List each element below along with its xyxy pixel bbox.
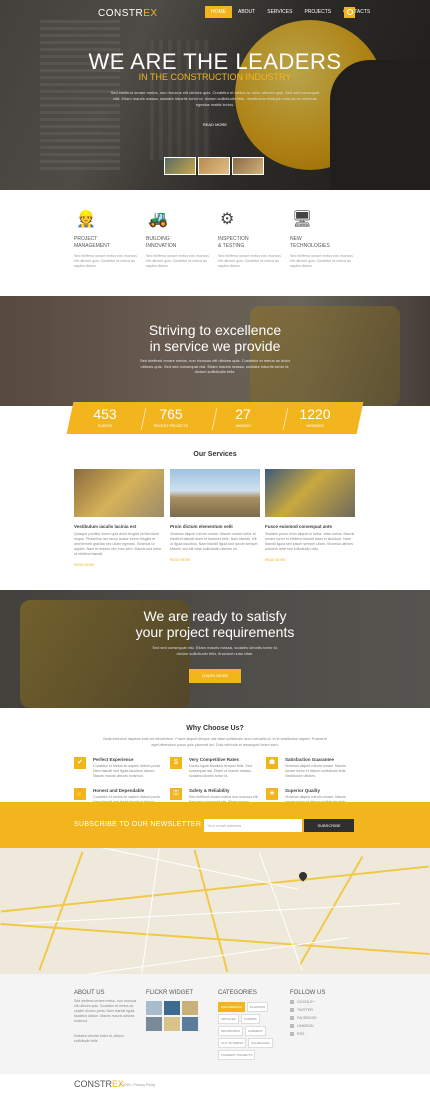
service-image[interactable] bbox=[74, 469, 164, 517]
excavator-icon: 🚜 bbox=[148, 211, 168, 228]
flickr-thumb[interactable] bbox=[182, 1001, 198, 1015]
learn-more-button[interactable]: LEARN MORE bbox=[189, 669, 241, 683]
slider-thumb-2[interactable] bbox=[198, 157, 230, 175]
why-item: $ Very Competitive Rates Donec ligula fa… bbox=[170, 757, 260, 779]
award-icon: ★ bbox=[266, 788, 278, 800]
subscribe-button[interactable]: SUBSCRIBE bbox=[304, 819, 354, 832]
twitter-icon bbox=[290, 1008, 294, 1013]
service-image[interactable] bbox=[170, 469, 260, 517]
service-read-more-link[interactable]: READ MORE bbox=[74, 563, 164, 567]
excellence-text: Sed eleifend ornare metus, non rhoncus e… bbox=[139, 358, 291, 374]
service-item: Fusce euismod consequat ante Sodales pur… bbox=[265, 469, 355, 562]
service-item: Vestibulum iaculis lacinia est Quisque p… bbox=[74, 469, 164, 567]
service-item: Proin dictum elementum velit Vivamus ali… bbox=[170, 469, 260, 562]
service-read-more-link[interactable]: READ MORE bbox=[170, 558, 260, 562]
search-icon[interactable] bbox=[344, 7, 355, 18]
lock-icon: ⚿ bbox=[170, 788, 182, 800]
why-item: ☗ Satisfaction Guarantee Vivamus aliquet… bbox=[266, 757, 356, 779]
hero-read-more-link[interactable]: READ MORE bbox=[0, 122, 430, 127]
follow-rss-link[interactable]: RSS bbox=[290, 1032, 304, 1037]
google-plus-icon bbox=[290, 1000, 294, 1005]
category-tag[interactable]: ENGINEERING bbox=[218, 1002, 246, 1012]
ready-text: Sed sed consequat nisl. Etiam mauris mas… bbox=[152, 645, 278, 656]
flickr-thumb[interactable] bbox=[164, 1017, 180, 1031]
category-tag[interactable]: CURRENT bbox=[244, 1026, 266, 1036]
service-read-more-link[interactable]: READ MORE bbox=[265, 558, 355, 562]
category-tag[interactable]: PLANNING bbox=[247, 1002, 269, 1012]
category-tag[interactable]: TOWERS bbox=[240, 1014, 260, 1024]
services-heading: Our Services bbox=[193, 451, 237, 458]
flickr-gallery bbox=[146, 1001, 198, 1031]
flickr-thumb[interactable] bbox=[146, 1017, 162, 1031]
hero-slider-thumbs bbox=[164, 157, 264, 175]
flickr-thumb[interactable] bbox=[146, 1001, 162, 1015]
bottom-bar bbox=[0, 1074, 430, 1099]
service-image[interactable] bbox=[265, 469, 355, 517]
category-tag[interactable]: ARTICLES bbox=[218, 1014, 239, 1024]
follow-twitter-link[interactable]: TWITTER bbox=[290, 1008, 313, 1013]
newsletter-email-input[interactable]: Your email address bbox=[204, 819, 302, 832]
site-logo[interactable]: CONSTREX bbox=[98, 8, 158, 19]
footer-logo[interactable]: CONSTREX bbox=[74, 1079, 124, 1089]
thumbs-up-icon: ✔ bbox=[74, 757, 86, 769]
feature-new-technologies: 🖥 NEW TECHNOLOGIES Sed eleifend ornare me… bbox=[290, 211, 353, 268]
category-tag[interactable]: CURRENT PROJECTS bbox=[218, 1050, 256, 1060]
follow-linkedin-link[interactable]: LINKEDIN bbox=[290, 1024, 314, 1029]
stat-recent-projects: 765 RECENT PROJECTS bbox=[154, 406, 188, 428]
hero-text: Sed eleifend ornare metus, non rhoncus e… bbox=[110, 90, 320, 107]
footer-about-text-2: Sodales lobortis tortor id, dictum solli… bbox=[74, 1034, 124, 1043]
excellence-title: Striving to excellence in service we prov… bbox=[148, 322, 282, 354]
nav-contacts[interactable]: CONTACTS bbox=[337, 6, 376, 18]
gear-icon: ⚙ bbox=[220, 211, 235, 228]
stat-clients: 453 CLIENTS bbox=[93, 406, 117, 428]
footer-categories-title: CATEGORIES bbox=[218, 990, 257, 996]
category-tag[interactable]: SCHEDULES bbox=[248, 1038, 273, 1048]
stat-awards: 27 AWARDS bbox=[235, 406, 251, 428]
nav-about[interactable]: ABOUT bbox=[232, 6, 261, 18]
hero-subtitle: IN THE CONSTRUCTION INDUSTRY bbox=[138, 72, 292, 82]
follow-facebook-link[interactable]: FACEBOOK bbox=[290, 1016, 317, 1021]
flickr-thumb[interactable] bbox=[164, 1001, 180, 1015]
footer-about-text: Sed eleifend ornare metus, non rhoncus e… bbox=[74, 999, 137, 1023]
feature-inspection-testing: ⚙ INSPECTION & TESTING Sed eleifend ornar… bbox=[218, 211, 281, 268]
nav-home[interactable]: HOME bbox=[205, 6, 232, 18]
feature-project-management: 👷 PROJECT MANAGEMENT Sed eleifend ornare … bbox=[74, 211, 137, 268]
computer-icon: 🖥 bbox=[292, 211, 313, 228]
follow-google-link[interactable]: GOOGLE+ bbox=[290, 1000, 315, 1005]
nav-services[interactable]: SERVICES bbox=[261, 6, 298, 18]
why-item: ✔ Perfect Experience Curabitur et metus … bbox=[74, 757, 164, 779]
why-heading: Why Choose Us? bbox=[186, 725, 244, 732]
map[interactable] bbox=[0, 848, 430, 974]
handshake-icon: ✋ bbox=[74, 788, 86, 800]
copyright: © 2015 • Privacy Policy bbox=[119, 1083, 156, 1087]
newsletter-title: SUBSCRIBE TO OUR NEWSLETTER bbox=[74, 821, 202, 828]
linkedin-icon bbox=[290, 1024, 294, 1029]
footer bbox=[0, 974, 430, 1074]
stat-members: 1220 MEMBERS bbox=[299, 406, 331, 428]
footer-follow-title: FOLLOW US bbox=[290, 990, 326, 996]
rss-icon bbox=[290, 1032, 294, 1037]
footer-about-title: ABOUT US bbox=[74, 990, 105, 996]
dollar-icon: $ bbox=[170, 757, 182, 769]
nav-projects[interactable]: PROJECTS bbox=[298, 6, 337, 18]
why-text: Nulla interdum dapibus erat vel elementu… bbox=[103, 737, 327, 747]
category-tag[interactable]: OUT OF PRESS bbox=[218, 1038, 247, 1048]
feature-building-innovation: 🚜 BUILDING INNOVATION Sed eleifend ornare… bbox=[146, 211, 209, 268]
facebook-icon bbox=[290, 1016, 294, 1021]
category-tags: ENGINEERING PLANNING ARTICLES TOWERS IRO… bbox=[218, 1002, 284, 1060]
slider-thumb-3[interactable] bbox=[232, 157, 264, 175]
ready-title: We are ready to satisfy your project requ… bbox=[135, 608, 295, 640]
page: CONSTREX HOME ABOUT SERVICES PROJECTS CO… bbox=[0, 0, 430, 1099]
flickr-thumb[interactable] bbox=[182, 1017, 198, 1031]
worker-icon: 👷 bbox=[76, 211, 96, 228]
car-icon: ☗ bbox=[266, 757, 278, 769]
footer-flickr-title: FLICKR WIDGET bbox=[146, 990, 194, 996]
slider-thumb-1[interactable] bbox=[164, 157, 196, 175]
category-tag[interactable]: IRONWORKS bbox=[218, 1026, 243, 1036]
